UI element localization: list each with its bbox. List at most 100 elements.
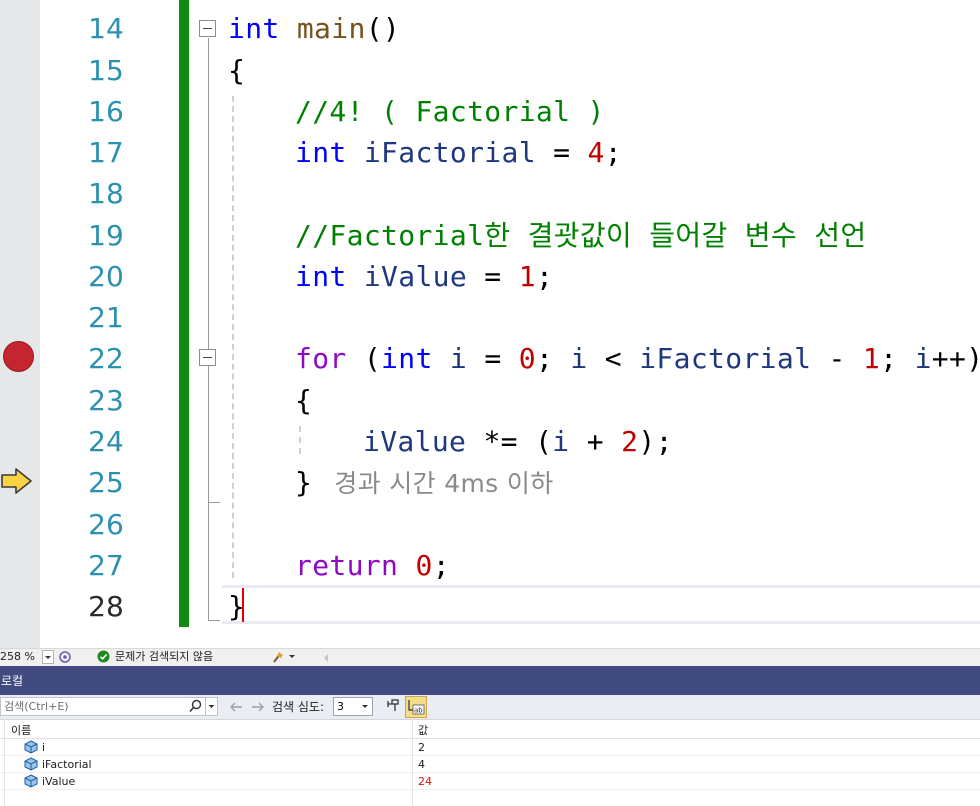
breakpoint-icon[interactable] — [3, 341, 34, 372]
variable-name: iFactorial — [42, 758, 92, 771]
code-text: = — [467, 260, 519, 293]
variable-name: iValue — [42, 775, 76, 788]
code-line[interactable]: for (int i = 0; i < iFactorial - 1; i++) — [295, 338, 980, 379]
code-line[interactable]: int main() — [228, 8, 400, 49]
line-number: 22 — [88, 342, 124, 375]
line-number: 17 — [88, 136, 124, 169]
execution-pointer-icon[interactable] — [1, 468, 33, 494]
cleanup-brush-icon[interactable] — [272, 650, 296, 667]
line-number: 19 — [88, 219, 124, 252]
variable: iFactorial — [363, 136, 536, 169]
intellicode-icon[interactable] — [58, 650, 72, 667]
search-icon[interactable] — [189, 699, 202, 718]
collapse-icon[interactable] — [199, 349, 216, 366]
comment: //4! ( Factorial ) — [295, 95, 605, 128]
outline-end — [208, 620, 220, 621]
number-literal: 0 — [518, 342, 536, 375]
code-line[interactable]: iValue *= (i + 2); — [363, 421, 673, 462]
code-text: = — [467, 342, 519, 375]
change-tracking-bar — [179, 0, 189, 627]
perf-tip[interactable]: 경과 시간 4ms 이하 — [334, 469, 553, 498]
code-text: ; — [535, 342, 571, 375]
outline-line — [208, 38, 209, 620]
code-text: - — [811, 342, 863, 375]
code-line[interactable]: return 0; — [295, 545, 450, 586]
code-text: = — [535, 136, 588, 169]
variable: i — [914, 342, 932, 375]
number-literal: 0 — [415, 549, 433, 582]
forward-arrow-icon[interactable] — [251, 695, 265, 719]
code-text: ; — [535, 260, 554, 293]
code-line[interactable]: //4! ( Factorial ) — [295, 91, 605, 132]
number-literal: 4 — [587, 136, 605, 169]
grid-header: 이름 값 — [0, 719, 980, 739]
variable-value[interactable]: 2 — [418, 739, 425, 756]
code-line[interactable]: } 경과 시간 4ms 이하 — [295, 462, 554, 503]
line-number: 26 — [88, 508, 124, 541]
value-column-header[interactable]: 값 — [418, 722, 428, 738]
locals-grid[interactable]: 이름 값 i 2 iFactorial 4 iValue 24 — [0, 719, 980, 806]
line-number: 16 — [88, 95, 124, 128]
ab-icon[interactable]: ab — [405, 696, 427, 718]
back-arrow-icon[interactable] — [229, 695, 243, 719]
code-line[interactable]: { — [228, 50, 245, 91]
current-line-number: 28 — [88, 590, 124, 623]
indent-guide — [232, 96, 234, 578]
line-number: 20 — [88, 260, 124, 293]
line-number: 18 — [88, 177, 124, 210]
line-number: 24 — [88, 425, 124, 458]
variable: i — [570, 342, 588, 375]
variable-value-changed[interactable]: 24 — [418, 773, 432, 790]
zoom-dropdown-icon[interactable] — [42, 649, 54, 666]
outline-end — [208, 502, 220, 503]
code-text: *= ( — [466, 425, 553, 458]
code-text: ; — [880, 342, 915, 375]
code-text: { — [295, 384, 313, 417]
code-line[interactable]: } — [228, 586, 245, 627]
code-text: ; — [604, 136, 622, 169]
search-depth-select[interactable]: 3 — [333, 697, 373, 716]
issues-status[interactable]: 문제가 검색되지 않음 — [115, 649, 213, 666]
locals-row[interactable]: iValue 24 — [0, 773, 980, 790]
keyword: int — [295, 260, 347, 293]
locals-row[interactable]: i 2 — [0, 739, 980, 756]
editor-status-bar: 258 % 문제가 검색되지 않음 — [0, 648, 980, 666]
current-line-highlight — [222, 585, 980, 624]
code-line[interactable]: //Factorial한 결괏값이 들어갈 변수 선언 — [295, 215, 866, 256]
line-number: 25 — [88, 466, 124, 499]
code-text: < — [587, 342, 640, 375]
line-number: 21 — [88, 301, 124, 334]
comment: //Factorial한 결괏값이 들어갈 변수 선언 — [295, 219, 867, 252]
locals-window-title[interactable]: 로컬 — [0, 666, 980, 695]
pin-icon[interactable] — [386, 695, 400, 719]
code-line[interactable]: int iValue = 1; — [295, 256, 553, 297]
search-options-dropdown[interactable] — [206, 697, 218, 716]
search-input[interactable]: 검색(Ctrl+E) — [0, 697, 206, 716]
name-column-header[interactable]: 이름 — [11, 722, 31, 738]
line-number: 14 — [88, 12, 124, 45]
code-editor[interactable]: 14 15 16 17 18 19 20 21 22 23 24 25 26 2… — [0, 0, 980, 648]
glyph-margin[interactable] — [0, 0, 40, 648]
variable: iValue — [363, 425, 467, 458]
code-line[interactable]: { — [295, 380, 312, 421]
outlining-margin — [189, 0, 225, 648]
check-ok-icon — [97, 650, 110, 667]
variable-value[interactable]: 4 — [418, 756, 425, 773]
control-keyword: for — [295, 342, 347, 375]
variable: i — [449, 342, 468, 375]
number-literal: 2 — [621, 425, 639, 458]
locals-row[interactable]: iFactorial 4 — [0, 756, 980, 773]
control-keyword: return — [295, 549, 399, 582]
code-line[interactable]: int iFactorial = 4; — [295, 132, 622, 173]
keyword: int — [295, 136, 347, 169]
code-text: } — [295, 466, 313, 499]
code-text: () — [365, 12, 401, 45]
code-text: + — [569, 425, 622, 458]
locals-toolbar: 검색(Ctrl+E) 검색 심도: 3 ab — [0, 695, 980, 719]
variable: iFactorial — [639, 342, 812, 375]
collapse-icon[interactable] — [199, 20, 216, 37]
zoom-level[interactable]: 258 % — [0, 649, 35, 666]
code-text: { — [228, 54, 246, 87]
